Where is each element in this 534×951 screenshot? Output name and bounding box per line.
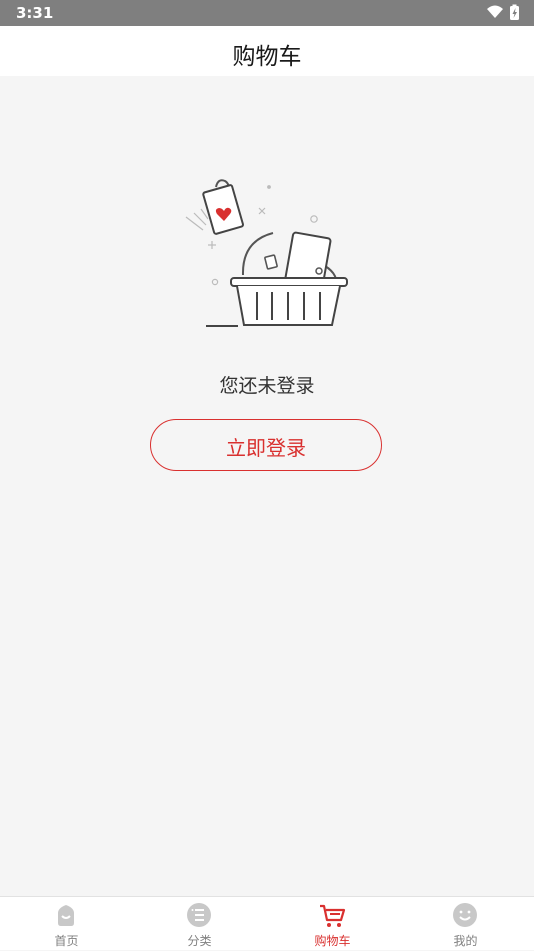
profile-smiley-icon <box>453 903 477 927</box>
app-header: 购物车 <box>0 26 534 76</box>
tab-label: 购物车 <box>314 934 351 948</box>
home-icon <box>58 905 74 926</box>
tab-profile[interactable]: 我的 <box>399 897 532 951</box>
login-now-button[interactable]: 立即登录 <box>150 419 382 471</box>
category-icon <box>187 903 211 927</box>
shopping-bag-icon <box>202 179 245 235</box>
basket-icon <box>206 277 348 327</box>
tab-label: 我的 <box>453 934 478 948</box>
wifi-icon <box>487 5 503 18</box>
not-logged-in-message: 您还未登录 <box>219 375 315 397</box>
cart-icon <box>320 904 346 927</box>
tab-cart[interactable]: 购物车 <box>266 897 399 951</box>
empty-cart-illustration <box>170 175 360 340</box>
page-title: 购物车 <box>232 44 302 70</box>
status-bar: 3:31 <box>0 0 534 26</box>
status-icons <box>486 4 522 22</box>
tab-category[interactable]: 分类 <box>133 897 266 951</box>
tab-home[interactable]: 首页 <box>0 897 133 951</box>
bottom-tab-bar: 首页 分类 购物车 我的 <box>0 896 534 950</box>
tab-label: 首页 <box>54 934 79 948</box>
tab-label: 分类 <box>187 934 212 948</box>
status-time: 3:31 <box>16 4 54 22</box>
login-button-label: 立即登录 <box>226 436 306 460</box>
battery-icon <box>510 4 519 20</box>
